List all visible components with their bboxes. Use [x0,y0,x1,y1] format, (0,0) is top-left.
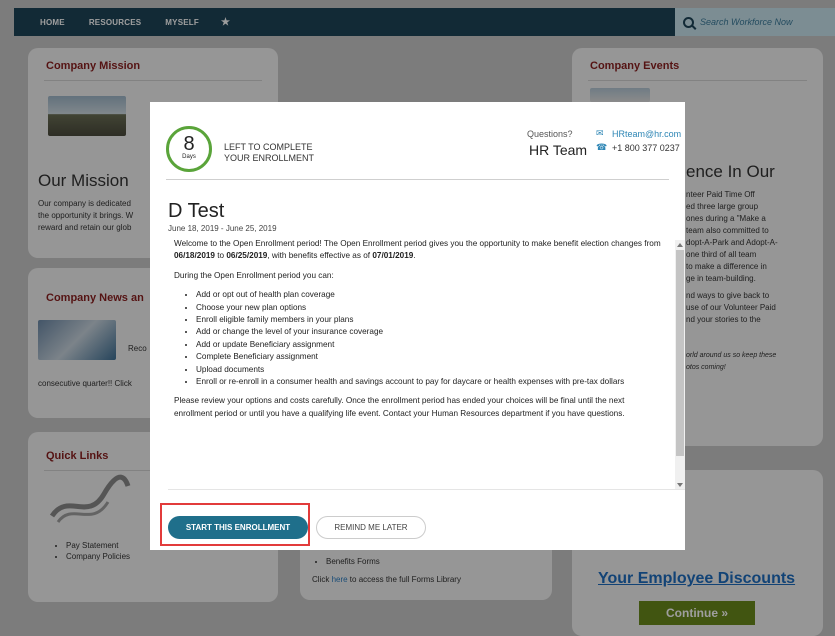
action-item: Upload documents [196,364,662,376]
contact-phone: ☎ +1 800 377 0237 [596,142,680,153]
intro-text: . [413,251,416,261]
scroll-up-arrow-icon[interactable] [677,243,683,247]
action-item: Enroll eligible family members in your p… [196,314,662,326]
contact-email[interactable]: ✉ HRteam@hr.com [596,128,681,139]
intro-text: to [214,251,227,261]
scrollbar[interactable] [675,240,685,489]
start-date: 06/18/2019 [174,251,215,261]
action-item: Complete Beneficiary assignment [196,351,662,363]
intro-text: , with benefits effective as of [267,251,373,261]
action-item: Enroll or re-enroll in a consumer health… [196,376,662,388]
intro-text: Welcome to the Open Enrollment period! T… [174,240,661,248]
scroll-thumb[interactable] [676,250,684,456]
remind-later-button[interactable]: REMIND ME LATER [316,516,426,539]
left-text-line: YOUR ENROLLMENT [224,153,315,163]
phone-icon: ☎ [596,142,608,152]
closing-paragraph: Please review your options and costs car… [174,396,625,418]
days-remaining-number: 8 [183,133,195,155]
days-remaining-badge: 8 Days [166,126,212,172]
action-item: Choose your new plan options [196,302,662,314]
enrollment-modal: 8 Days LEFT TO COMPLETE YOUR ENROLLMENT … [150,102,685,550]
enrollment-title: D Test [168,200,225,222]
action-item: Add or update Beneficiary assignment [196,339,662,351]
scroll-down-arrow-icon[interactable] [677,483,683,487]
email-text[interactable]: HRteam@hr.com [612,129,681,139]
left-text-line: LEFT TO COMPLETE [224,142,313,152]
phone-text: +1 800 377 0237 [612,142,680,153]
enrollment-details: Welcome to the Open Enrollment period! T… [168,240,668,427]
enrollment-actions-list: Add or opt out of health plan coverage C… [196,289,662,388]
enrollment-details-scroll[interactable]: Welcome to the Open Enrollment period! T… [168,240,685,490]
enrollment-dates: June 18, 2019 - June 25, 2019 [168,224,277,233]
during-text: During the Open Enrollment period you ca… [174,270,334,280]
envelope-icon: ✉ [596,128,604,138]
team-name: HR Team [529,142,588,158]
action-item: Add or opt out of health plan coverage [196,289,662,301]
days-remaining-label: Days [182,154,196,160]
intro-paragraph: Welcome to the Open Enrollment period! T… [174,240,662,263]
left-to-complete-text: LEFT TO COMPLETE YOUR ENROLLMENT [224,142,314,164]
effective-date: 07/01/2019 [372,251,414,261]
start-enrollment-button[interactable]: START THIS ENROLLMENT [168,516,308,539]
end-date: 06/25/2019 [226,251,268,261]
questions-label: Questions? [527,129,573,139]
action-item: Add or change the level of your insuranc… [196,326,662,338]
header-divider [166,179,669,180]
